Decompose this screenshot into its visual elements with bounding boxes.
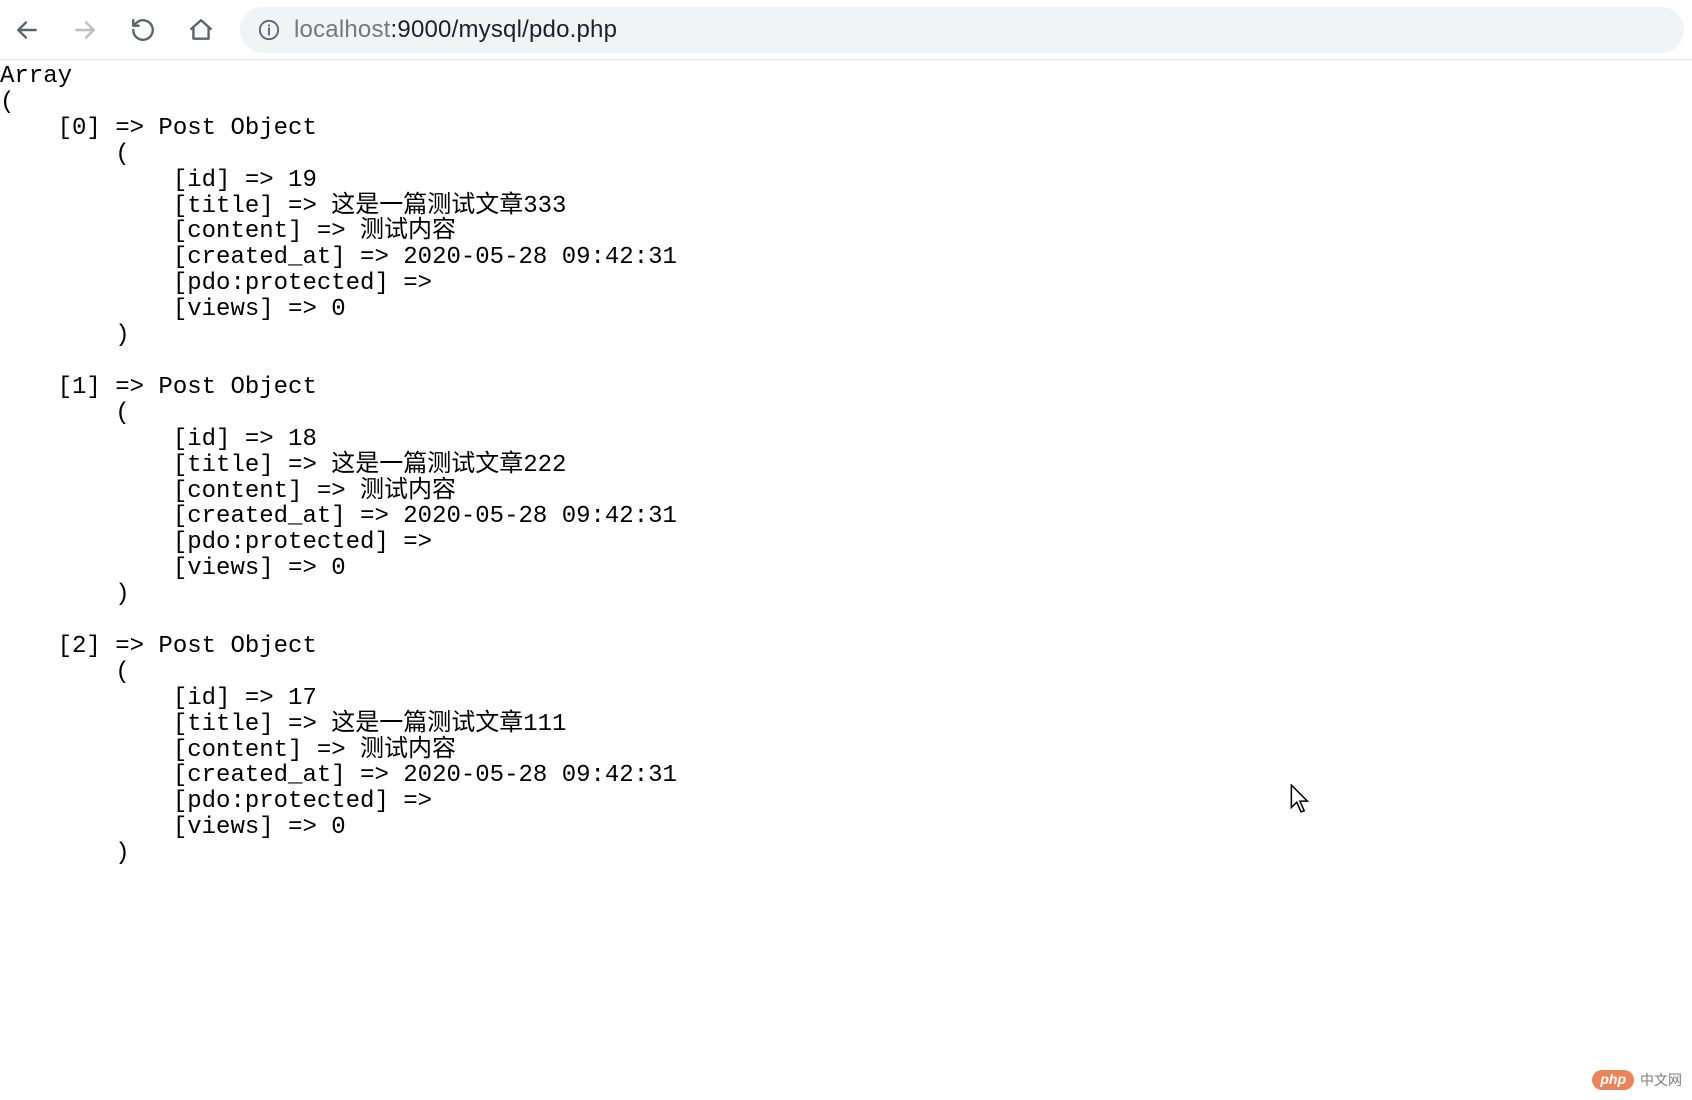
url-path: :9000/mysql/pdo.php: [391, 16, 618, 43]
arrow-right-icon: [72, 17, 98, 43]
address-bar[interactable]: localhost:9000/mysql/pdo.php: [240, 7, 1684, 53]
home-button[interactable]: [182, 11, 220, 49]
url-host: localhost: [294, 16, 391, 43]
reload-icon: [130, 17, 156, 43]
url-text: localhost:9000/mysql/pdo.php: [294, 16, 617, 44]
reload-button[interactable]: [124, 11, 162, 49]
site-info-icon[interactable]: [258, 19, 280, 41]
forward-button[interactable]: [66, 11, 104, 49]
back-button[interactable]: [8, 11, 46, 49]
arrow-left-icon: [14, 17, 40, 43]
watermark: php 中文网: [1592, 1070, 1682, 1090]
watermark-text: 中文网: [1640, 1070, 1682, 1090]
browser-toolbar: localhost:9000/mysql/pdo.php: [0, 0, 1692, 60]
watermark-pill: php: [1592, 1070, 1634, 1090]
php-output: Array ( [0] => Post Object ( [id] => 19 …: [0, 60, 1692, 867]
home-icon: [188, 17, 214, 43]
